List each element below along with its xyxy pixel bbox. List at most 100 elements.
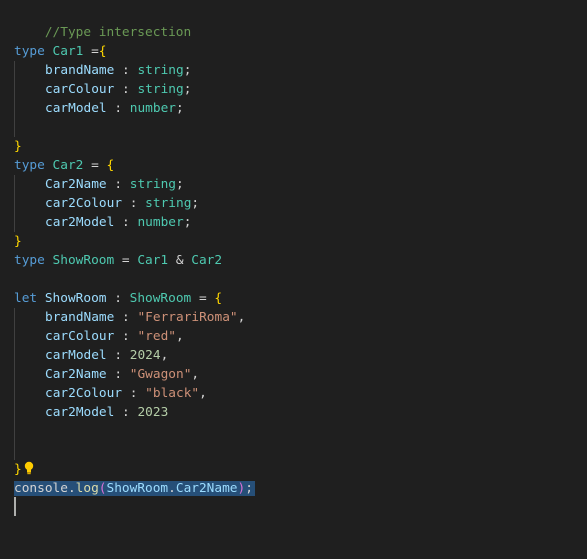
keyword: type	[14, 158, 45, 173]
operator: =	[83, 44, 99, 59]
open-brace: {	[106, 158, 115, 173]
type-name: Car1	[52, 44, 84, 59]
property-name: car2Colour	[45, 196, 123, 211]
code-line[interactable]: car2Colour : "black",	[14, 384, 207, 403]
type-ref: ShowRoom	[129, 291, 192, 306]
property-type: string	[129, 177, 176, 192]
property-value: "red"	[137, 329, 176, 344]
code-line[interactable]: }	[14, 232, 22, 251]
property-name: brandName	[45, 310, 115, 325]
indent-guide	[14, 327, 45, 346]
close-brace: }	[14, 234, 22, 249]
property-value: "Gwagon"	[129, 367, 192, 382]
property-value: 2023	[137, 405, 169, 420]
property-type: string	[145, 196, 192, 211]
code-line[interactable]: car2Model : 2023	[14, 403, 168, 422]
property-name: carColour	[45, 82, 115, 97]
open-brace: {	[214, 291, 223, 306]
property-type: number	[129, 101, 176, 116]
indent-guide	[14, 194, 45, 213]
operator: =	[114, 253, 138, 268]
code-line[interactable]: carModel : 2024,	[14, 346, 168, 365]
operator: &	[168, 253, 192, 268]
property-name: Car2Name	[45, 367, 107, 382]
operator: =	[191, 291, 215, 306]
indent-guide	[14, 346, 45, 365]
code-line[interactable]: Car2Name : "Gwagon",	[14, 365, 199, 384]
code-line[interactable]: type ShowRoom = Car1 & Car2	[14, 251, 222, 270]
dot: .	[67, 481, 76, 496]
comment-text: //Type intersection	[44, 25, 192, 40]
code-line[interactable]	[14, 441, 45, 460]
code-line[interactable]: //Type intersection	[14, 4, 191, 40]
property-name: Car2Name	[45, 177, 107, 192]
property-value: 2024	[129, 348, 161, 363]
indent-guide	[14, 99, 45, 118]
property-access: Car2Name	[175, 481, 238, 496]
indent-guide	[14, 403, 45, 422]
code-editor[interactable]: //Type intersection type Car1 ={ brandNa…	[0, 0, 587, 559]
keyword: type	[14, 253, 45, 268]
comma: ,	[199, 386, 207, 401]
identifier: console	[14, 481, 68, 496]
code-line[interactable]: carColour : "red",	[14, 327, 184, 346]
code-line[interactable]: carModel : number;	[14, 99, 184, 118]
close-brace: }	[14, 139, 22, 154]
property-name: car2Model	[45, 215, 115, 230]
keyword: type	[14, 44, 45, 59]
indent-guide	[14, 61, 45, 80]
semicolon: ;	[245, 481, 253, 496]
identifier: ShowRoom	[106, 481, 169, 496]
text-cursor	[14, 497, 16, 516]
code-line[interactable]: type Car2 = {	[14, 156, 114, 175]
indent-guide	[14, 441, 45, 460]
indent-guide	[14, 308, 45, 327]
property-value: "black"	[145, 386, 200, 401]
property-name: carModel	[45, 101, 107, 116]
operator: =	[83, 158, 107, 173]
property-name: carColour	[45, 329, 115, 344]
dot: .	[168, 481, 176, 496]
property-type: number	[137, 215, 184, 230]
code-line[interactable]: brandName : string;	[14, 61, 191, 80]
indent-guide	[14, 118, 45, 137]
code-line[interactable]	[14, 118, 45, 137]
paren: (	[98, 481, 107, 496]
property-name: car2Model	[45, 405, 115, 420]
lightbulb-icon[interactable]	[24, 461, 34, 475]
type-ref: Car2	[191, 253, 223, 268]
code-line[interactable]: type Car1 ={	[14, 42, 107, 61]
variable-name: ShowRoom	[44, 291, 107, 306]
property-name: carModel	[45, 348, 107, 363]
open-brace: {	[98, 44, 107, 59]
comma: ,	[237, 310, 246, 325]
code-line[interactable]: Car2Name : string;	[14, 175, 184, 194]
close-brace: }	[14, 462, 22, 477]
property-type: string	[137, 82, 184, 97]
property-type: string	[137, 63, 184, 78]
type-name: Car2	[52, 158, 84, 173]
comma: ,	[160, 348, 169, 363]
indent-guide	[14, 175, 45, 194]
code-line-selected[interactable]: console.log(ShowRoom.Car2Name);	[14, 479, 255, 498]
property-name: brandName	[45, 63, 115, 78]
text-selection[interactable]: console.log(ShowRoom.Car2Name);	[14, 481, 255, 496]
type-ref: Car1	[137, 253, 169, 268]
keyword: let	[14, 291, 38, 306]
code-line[interactable]	[14, 422, 45, 441]
code-line[interactable]: car2Model : number;	[14, 213, 191, 232]
indent-guide	[14, 213, 45, 232]
code-line[interactable]: }	[14, 460, 34, 479]
code-line[interactable]: carColour : string;	[14, 80, 191, 99]
code-line[interactable]: }	[14, 137, 22, 156]
indent-guide	[14, 384, 45, 403]
property-name: car2Colour	[45, 386, 123, 401]
function-name: log	[75, 481, 99, 496]
code-line[interactable]: let ShowRoom : ShowRoom = {	[14, 289, 222, 308]
comma: ,	[191, 367, 200, 382]
code-line[interactable]: car2Colour : string;	[14, 194, 199, 213]
operator: :	[106, 291, 130, 306]
property-value: "FerrariRoma"	[137, 310, 238, 325]
code-line[interactable]: brandName : "FerrariRoma",	[14, 308, 245, 327]
indent-guide	[14, 422, 45, 441]
